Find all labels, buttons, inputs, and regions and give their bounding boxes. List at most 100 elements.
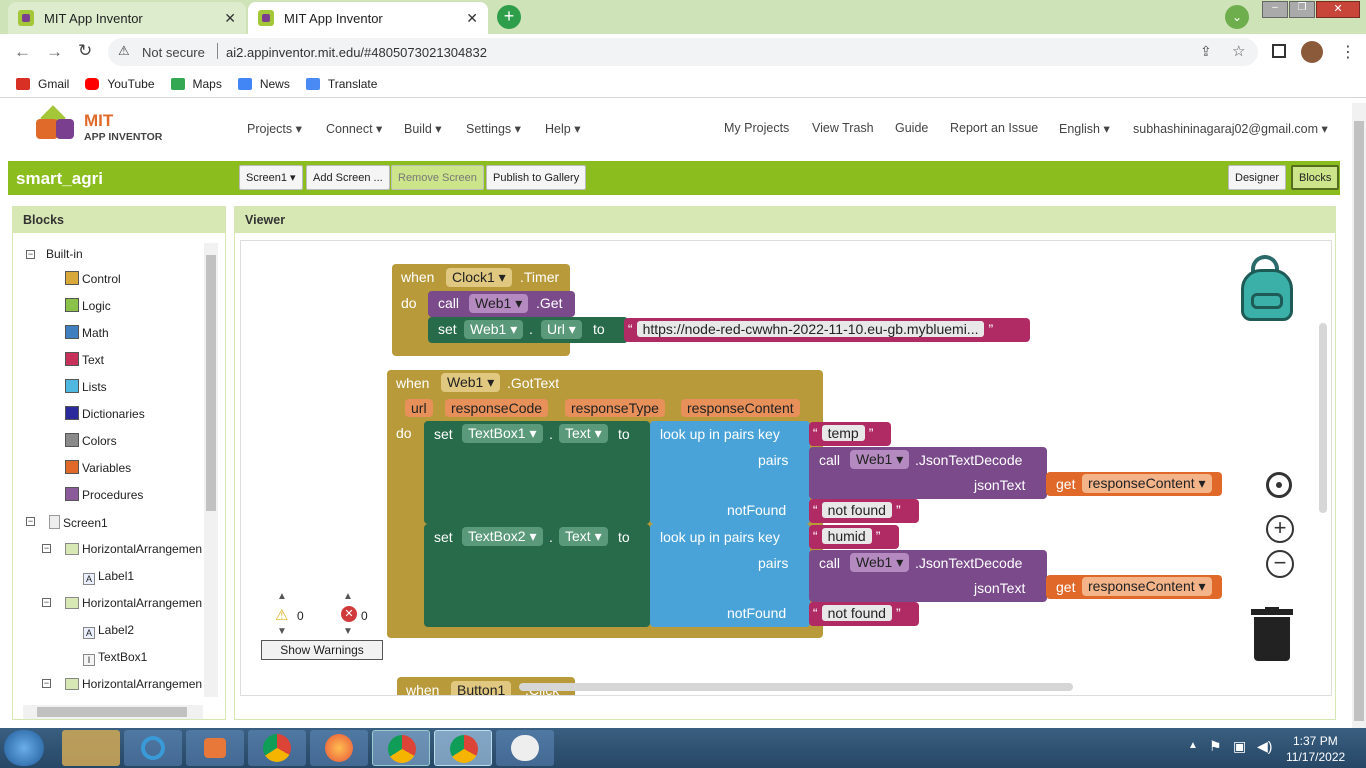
notfound-string-value[interactable]: not found: [821, 605, 892, 621]
get-response-content-block[interactable]: get responseContent ▾: [1046, 575, 1222, 599]
tray-expand-icon[interactable]: ▲: [1188, 740, 1198, 751]
firefox-icon[interactable]: [310, 730, 368, 766]
maximize-icon[interactable]: ❐: [1289, 1, 1315, 18]
key-text-block[interactable]: “temp”: [809, 422, 891, 446]
category-variables[interactable]: Variables: [65, 460, 131, 475]
start-button-icon[interactable]: [4, 730, 44, 766]
trash-icon[interactable]: [1251, 607, 1293, 663]
back-icon[interactable]: ←: [14, 42, 31, 62]
action-center-icon[interactable]: ⚑: [1209, 738, 1222, 755]
browser-menu-icon[interactable]: ⋮: [1340, 42, 1356, 62]
share-icon[interactable]: ⇪: [1200, 43, 1212, 60]
url-string-value[interactable]: https://node-red-cwwhn-2022-11-10.eu-gb.…: [636, 321, 985, 337]
close-tab-icon[interactable]: ✕: [224, 10, 236, 27]
recenter-icon[interactable]: [1266, 472, 1292, 498]
tree-horizontal-arrangement-3[interactable]: HorizontalArrangemen: [65, 677, 202, 691]
web-dropdown[interactable]: Web1 ▾: [850, 450, 910, 469]
param-response-type[interactable]: responseType: [565, 399, 665, 417]
new-tab-button[interactable]: +: [497, 5, 521, 29]
forward-icon[interactable]: →: [46, 42, 63, 62]
web-dropdown[interactable]: Web1 ▾: [464, 320, 524, 339]
show-warnings-button[interactable]: Show Warnings: [261, 640, 383, 660]
web-dropdown[interactable]: Web1 ▾: [441, 373, 501, 392]
textbox2-dropdown[interactable]: TextBox2 ▾: [462, 527, 543, 546]
link-my-projects[interactable]: My Projects: [724, 121, 789, 135]
minimize-icon[interactable]: –: [1262, 1, 1288, 18]
notfound-text-block[interactable]: “not found”: [809, 602, 919, 626]
network-icon[interactable]: ▣: [1233, 738, 1246, 755]
blocks-workspace[interactable]: when Clock1 ▾ .Timer do call Web1 ▾ .Get…: [240, 240, 1332, 696]
url-property-dropdown[interactable]: Url ▾: [541, 320, 582, 339]
language-menu[interactable]: English ▾: [1059, 121, 1110, 136]
warning-prev-arrow[interactable]: ▲: [277, 591, 287, 602]
menu-settings[interactable]: Settings ▾: [466, 121, 521, 136]
text-property-dropdown[interactable]: Text ▾: [559, 424, 608, 443]
button-dropdown[interactable]: Button1: [451, 681, 512, 695]
bookmark-translate[interactable]: Translate: [305, 77, 377, 91]
set-web-url-block[interactable]: set Web1 ▾ . Url ▾ to: [428, 317, 628, 343]
json-decode-block[interactable]: call Web1 ▾ .JsonTextDecode jsonText: [809, 447, 1047, 499]
variable-dropdown[interactable]: responseContent ▾: [1082, 577, 1212, 596]
screen-select[interactable]: Screen1 ▾: [239, 165, 303, 190]
blocks-button[interactable]: Blocks: [1291, 165, 1340, 190]
tab-search-icon[interactable]: ⌄: [1225, 5, 1249, 29]
volume-icon[interactable]: ◀): [1257, 738, 1272, 755]
key-string-value[interactable]: humid: [821, 528, 872, 544]
lookup-pairs-block-2[interactable]: look up in pairs key pairs notFound: [650, 524, 810, 627]
tree-horizontal-arrangement-1[interactable]: HorizontalArrangemen: [65, 542, 202, 556]
tree-builtin[interactable]: Built-in: [46, 247, 83, 261]
web-dropdown[interactable]: Web1 ▾: [850, 553, 910, 572]
bookmark-star-icon[interactable]: ☆: [1232, 42, 1245, 60]
variable-dropdown[interactable]: responseContent ▾: [1082, 474, 1212, 493]
page-scrollbar-thumb[interactable]: [1354, 121, 1364, 721]
tree-screen1[interactable]: Screen1: [49, 515, 108, 530]
category-control[interactable]: Control: [65, 271, 121, 286]
link-guide[interactable]: Guide: [895, 121, 928, 135]
bookmark-news[interactable]: News: [237, 77, 290, 91]
publish-gallery-button[interactable]: Publish to Gallery: [486, 165, 587, 190]
internet-explorer-icon[interactable]: [124, 730, 182, 766]
notfound-text-block[interactable]: “not found”: [809, 499, 919, 523]
category-dictionaries[interactable]: Dictionaries: [65, 406, 145, 421]
browser-tab-active[interactable]: MIT App Inventor ✕: [248, 2, 488, 34]
bookmark-maps[interactable]: Maps: [170, 77, 222, 91]
lookup-pairs-block-1[interactable]: look up in pairs key pairs notFound: [650, 421, 810, 524]
menu-build[interactable]: Build ▾: [404, 121, 442, 136]
menu-connect[interactable]: Connect ▾: [326, 121, 382, 136]
tree-textbox1[interactable]: I TextBox1: [83, 650, 147, 666]
workspace-hscrollbar[interactable]: [519, 683, 1073, 691]
collapse-toggle[interactable]: −: [42, 598, 51, 607]
category-lists[interactable]: Lists: [65, 379, 107, 394]
clock-time[interactable]: 1:37 PM: [1293, 734, 1338, 748]
tree-hscrollbar-thumb[interactable]: [37, 707, 187, 717]
category-procedures[interactable]: Procedures: [65, 487, 143, 502]
error-prev-arrow[interactable]: ▲: [343, 591, 353, 602]
call-web-get-block[interactable]: call Web1 ▾ .Get: [428, 291, 575, 317]
browser-tab[interactable]: MIT App Inventor ✕: [8, 2, 246, 34]
backpack-icon[interactable]: [1239, 255, 1301, 323]
set-textbox1-text-block[interactable]: set TextBox1 ▾ . Text ▾ to: [424, 421, 650, 524]
bookmark-youtube[interactable]: YouTube: [85, 77, 155, 91]
remove-screen-button[interactable]: Remove Screen: [391, 165, 484, 190]
clock-dropdown[interactable]: Clock1 ▾: [446, 268, 512, 287]
profile-avatar[interactable]: [1301, 41, 1323, 63]
key-string-value[interactable]: temp: [821, 425, 865, 441]
warning-next-arrow[interactable]: ▼: [277, 626, 287, 637]
workspace-vscrollbar[interactable]: [1319, 323, 1327, 513]
paint-icon[interactable]: [496, 730, 554, 766]
mit-logo-icon[interactable]: [36, 105, 80, 143]
tree-scrollbar[interactable]: [204, 243, 218, 697]
notfound-string-value[interactable]: not found: [821, 502, 892, 518]
tree-label1[interactable]: A Label1: [83, 569, 134, 585]
reload-icon[interactable]: ↻: [78, 41, 92, 61]
collapse-toggle[interactable]: −: [42, 679, 51, 688]
category-logic[interactable]: Logic: [65, 298, 111, 313]
tree-scrollbar-thumb[interactable]: [206, 255, 216, 511]
page-scrollbar[interactable]: [1352, 103, 1366, 728]
param-response-content[interactable]: responseContent: [681, 399, 800, 417]
bookmark-gmail[interactable]: Gmail: [16, 77, 69, 91]
menu-help[interactable]: Help ▾: [545, 121, 580, 136]
media-player-icon[interactable]: [186, 730, 244, 766]
param-response-code[interactable]: responseCode: [445, 399, 549, 417]
clock-date[interactable]: 11/17/2022: [1286, 750, 1345, 764]
